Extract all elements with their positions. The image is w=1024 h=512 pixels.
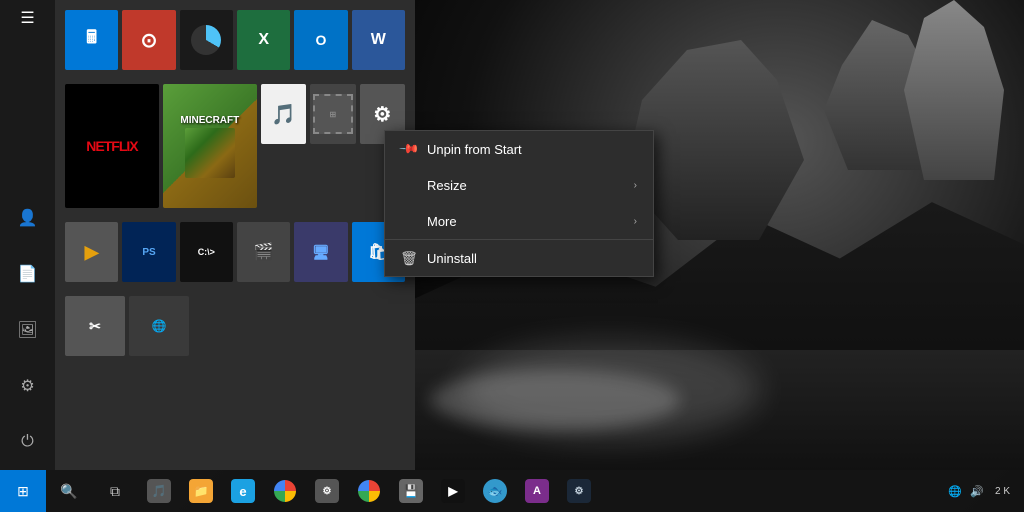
taskbar-app-steam1[interactable]: ⚙ (306, 470, 348, 512)
tile-itunes[interactable]: 🎵 (261, 84, 306, 144)
more-arrow-icon: › (634, 216, 637, 227)
steam2-tb-icon: ⚙ (567, 479, 591, 503)
start-icon: ⊞ (17, 483, 29, 500)
tile-calculator[interactable]: 🖩 (65, 10, 118, 70)
task-view-icon: ⧉ (110, 483, 120, 500)
unpin-icon: 📌 (401, 141, 417, 157)
sidebar-icon-documents[interactable]: 📄 (10, 256, 46, 292)
chrome1-tb-icon (274, 480, 296, 502)
tile-plex[interactable]: ▶ (65, 222, 118, 282)
chrome2-tb-icon (358, 480, 380, 502)
taskbar-app-chrome2[interactable] (348, 470, 390, 512)
steam1-tb-icon: ⚙ (315, 479, 339, 503)
tile-powershell[interactable]: PS (122, 222, 175, 282)
sidebar-icon-start[interactable]: ☰ (10, 0, 46, 36)
tray-clock[interactable]: 2 K (989, 485, 1016, 498)
tile-display[interactable]: 🖥 (294, 222, 347, 282)
ctx-more[interactable]: More › (385, 203, 653, 239)
tray-time-value: 2 K (995, 485, 1010, 498)
taskbar-app-storage[interactable]: 💾 (390, 470, 432, 512)
tile-cortana[interactable] (180, 10, 233, 70)
rock-3 (904, 0, 1004, 180)
task-view-button[interactable]: ⧉ (92, 470, 138, 512)
search-icon: 🔍 (60, 483, 77, 500)
resize-icon (401, 177, 417, 193)
start-sidebar: ☰ 👤 📄 🖼 ⚙ ⏻ (0, 0, 55, 470)
taskbar-app-terminal[interactable]: ▶ (432, 470, 474, 512)
context-menu: 📌 Unpin from Start Resize › More › 🗑 Uni… (384, 130, 654, 277)
tile-excel[interactable]: X (237, 10, 290, 70)
uninstall-icon: 🗑 (401, 250, 417, 266)
ie-tb-icon: e (231, 479, 255, 503)
start-button[interactable]: ⊞ (0, 470, 46, 512)
tiles-area: 🖩 ⊙ X O W NETFLIX MINE (55, 0, 415, 470)
taskbar-app-ie[interactable]: e (222, 470, 264, 512)
sidebar-icon-settings[interactable]: ⚙ (10, 368, 46, 404)
tiles-row-2: NETFLIX MINECRAFT 🎵 ⊞ ⚙ (65, 84, 405, 208)
tile-video[interactable]: 🎬 (237, 222, 290, 282)
taskbar-app-affinity[interactable]: A (516, 470, 558, 512)
taskbar-app-cortana[interactable]: 🎵 (138, 470, 180, 512)
storage-tb-icon: 💾 (399, 479, 423, 503)
terminal-tb-icon: ▶ (441, 479, 465, 503)
tile-netflix[interactable]: NETFLIX (65, 84, 159, 208)
search-button[interactable]: 🔍 (46, 470, 92, 512)
tile-word[interactable]: W (352, 10, 405, 70)
sidebar-icon-user[interactable]: 👤 (10, 200, 46, 236)
sidebar-icon-pictures[interactable]: 🖼 (10, 312, 46, 348)
ctx-unpin-label: Unpin from Start (427, 142, 522, 157)
sidebar-icon-power[interactable]: ⏻ (10, 424, 46, 460)
ctx-resize-label: Resize (427, 178, 467, 193)
tiles-row-4: ✂ 🌐 (65, 296, 405, 356)
tray-network-icon[interactable]: 🌐 (945, 481, 965, 501)
tile-snip[interactable]: ✂ (65, 296, 125, 356)
tiles-row-3: ▶ PS C:\> 🎬 🖥 🛍 (65, 222, 405, 282)
cortana-tb-icon: 🎵 (147, 479, 171, 503)
tile-groove-music[interactable]: ⊙ (122, 10, 175, 70)
taskbar: ⊞ 🔍 ⧉ 🎵 📁 e ⚙ 💾 ▶ 🐟 A ⚙ 🌐 🔊 (0, 470, 1024, 512)
system-tray: 🌐 🔊 2 K (945, 481, 1024, 501)
tray-volume-icon[interactable]: 🔊 (967, 481, 987, 501)
wave (430, 370, 680, 430)
affinity-tb-icon: A (525, 479, 549, 503)
ctx-uninstall[interactable]: 🗑 Uninstall (385, 240, 653, 276)
taskbar-app-steam2[interactable]: ⚙ (558, 470, 600, 512)
tile-placeholder-1[interactable]: ⊞ (310, 84, 355, 144)
ctx-more-label: More (427, 214, 457, 229)
ctx-resize[interactable]: Resize › (385, 167, 653, 203)
water (410, 350, 1024, 470)
tile-outlook[interactable]: O (294, 10, 347, 70)
tiles-row-1: 🖩 ⊙ X O W (65, 10, 405, 70)
fish-tb-icon: 🐟 (483, 479, 507, 503)
resize-arrow-icon: › (634, 180, 637, 191)
ctx-unpin[interactable]: 📌 Unpin from Start (385, 131, 653, 167)
tile-network[interactable]: 🌐 (129, 296, 189, 356)
more-icon (401, 213, 417, 229)
explorer-tb-icon: 📁 (189, 479, 213, 503)
ctx-uninstall-label: Uninstall (427, 251, 477, 266)
taskbar-app-chrome1[interactable] (264, 470, 306, 512)
tile-minecraft[interactable]: MINECRAFT (163, 84, 257, 208)
start-menu: 🖩 ⊙ X O W NETFLIX MINE (55, 0, 415, 470)
taskbar-app-explorer[interactable]: 📁 (180, 470, 222, 512)
tile-cmd[interactable]: C:\> (180, 222, 233, 282)
taskbar-app-fish[interactable]: 🐟 (474, 470, 516, 512)
